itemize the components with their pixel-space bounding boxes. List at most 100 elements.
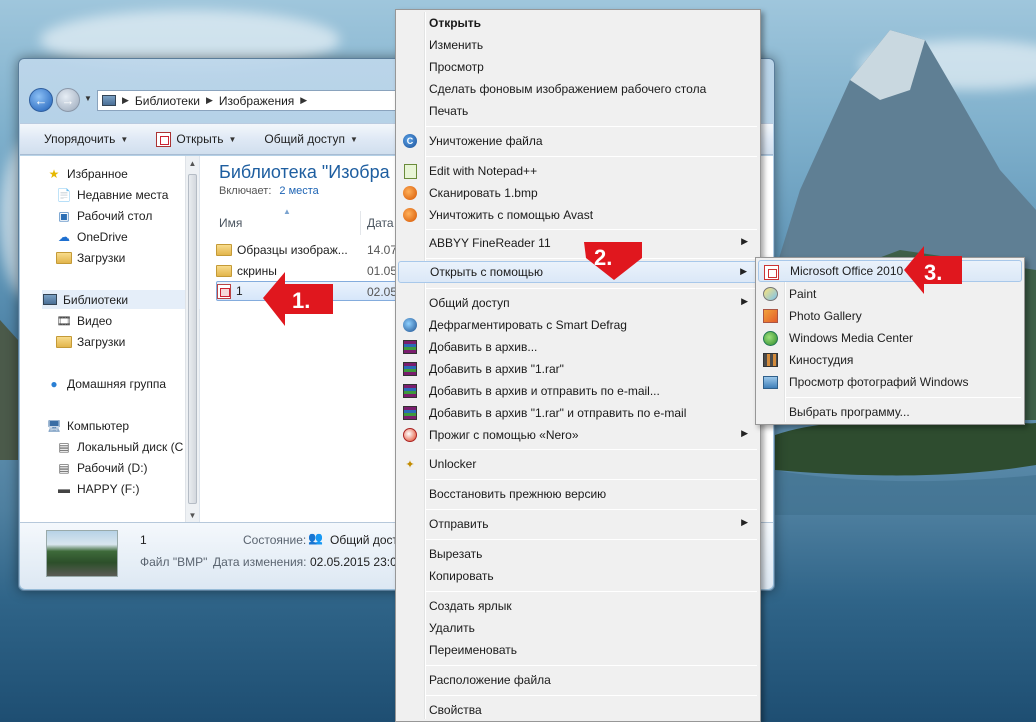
column-divider[interactable] [360, 211, 361, 235]
menu-item-edit[interactable]: Изменить [398, 34, 758, 56]
menu-item-rename[interactable]: Переименовать [398, 639, 758, 661]
menu-item-scan[interactable]: Сканировать 1.bmp [398, 182, 758, 204]
share-button[interactable]: Общий доступ ▼ [250, 124, 372, 154]
menu-item-file-location[interactable]: Расположение файла [398, 669, 758, 691]
scroll-up-icon[interactable]: ▲ [186, 156, 199, 170]
breadcrumb-libraries[interactable]: Библиотеки [135, 94, 200, 108]
nav-onedrive-label: OneDrive [77, 229, 128, 244]
office-icon [763, 264, 779, 280]
homegroup-icon: ● [50, 376, 58, 391]
nav-downloads[interactable]: Загрузки [56, 248, 125, 267]
menu-item-notepadpp[interactable]: Edit with Notepad++ [398, 160, 758, 182]
nav-computer[interactable]: 🖥 Компьютер [46, 416, 129, 435]
downloads-folder-icon [56, 251, 72, 265]
downloads-library-icon [56, 335, 72, 349]
menu-item-add-archive[interactable]: Добавить в архив... [398, 336, 758, 358]
menu-item-nero[interactable]: Прожиг с помощью «Nero» ▶ [398, 424, 758, 446]
menu-item-label: Удалить [429, 621, 475, 635]
menu-item-cut[interactable]: Вырезать [398, 543, 758, 565]
photo-gallery-icon [762, 308, 778, 324]
menu-separator [426, 156, 757, 157]
submenu-item-movie-maker[interactable]: Киностудия [758, 349, 1022, 371]
column-header-name[interactable]: Имя [219, 211, 242, 235]
organize-button[interactable]: Упорядочить ▼ [20, 124, 142, 154]
hard-drive-icon: ▤ [58, 439, 70, 454]
nav-recent[interactable]: 📄 Недавние места [56, 185, 169, 204]
scroll-thumb[interactable] [188, 174, 197, 504]
submenu-arrow-icon: ▶ [741, 236, 748, 246]
nav-homegroup[interactable]: ● Домашняя группа [46, 374, 166, 393]
menu-item-abbyy[interactable]: ABBYY FineReader 11 ▶ [398, 232, 758, 254]
video-library-icon: 🎞 [56, 313, 72, 328]
computer-icon: 🖥 [46, 418, 62, 433]
column-header-date[interactable]: Дата [367, 211, 394, 235]
forward-button[interactable]: → [56, 88, 80, 112]
menu-item-create-shortcut[interactable]: Создать ярлык [398, 595, 758, 617]
nav-disk-f[interactable]: ▬ HAPPY (F:) [56, 479, 139, 498]
nav-disk-d[interactable]: ▤ Рабочий (D:) [56, 458, 147, 477]
shared-users-icon: 👥 [308, 531, 323, 545]
file-date: 14.07 [367, 243, 398, 257]
submenu-item-media-center[interactable]: Windows Media Center [758, 327, 1022, 349]
menu-item-label: Создать ярлык [429, 599, 512, 613]
menu-item-open[interactable]: Открыть [398, 12, 758, 34]
menu-item-preview[interactable]: Просмотр [398, 56, 758, 78]
includes-link[interactable]: 2 места [279, 185, 318, 197]
menu-separator [786, 397, 1021, 398]
history-dropdown-icon[interactable]: ▼ [84, 94, 92, 103]
chevron-right-icon[interactable]: ▶ [206, 95, 213, 106]
chevron-right-icon[interactable]: ▶ [300, 95, 307, 106]
menu-item-avast-shred[interactable]: Уничтожить с помощью Avast [398, 204, 758, 226]
nav-onedrive[interactable]: ☁ OneDrive [56, 227, 128, 246]
file-date: 01.05 [367, 264, 398, 278]
submenu-item-photo-gallery[interactable]: Photo Gallery [758, 305, 1022, 327]
file-name: 1 [236, 284, 243, 298]
submenu-item-label: Киностудия [789, 353, 854, 367]
nav-lib-downloads-label: Загрузки [77, 334, 126, 349]
menu-item-print[interactable]: Печать [398, 100, 758, 122]
media-center-icon [762, 330, 778, 346]
nav-favorites[interactable]: ★ Избранное [46, 164, 128, 183]
open-button[interactable]: Открыть ▼ [142, 124, 250, 154]
menu-item-archive-email[interactable]: Добавить в архив и отправить по e-mail..… [398, 380, 758, 402]
breadcrumb-images[interactable]: Изображения [219, 94, 294, 108]
menu-item-open-with[interactable]: Открыть с помощью ▶ [398, 261, 758, 283]
nav-scrollbar[interactable]: ▲ ▼ [185, 156, 199, 522]
menu-item-properties[interactable]: Свойства [398, 699, 758, 721]
menu-item-rar-email[interactable]: Добавить в архив "1.rar" и отправить по … [398, 402, 758, 424]
menu-item-shred[interactable]: C Уничтожение файла [398, 130, 758, 152]
menu-item-label: Добавить в архив "1.rar" и отправить по … [429, 406, 687, 420]
menu-item-send-to[interactable]: Отправить ▶ [398, 513, 758, 535]
usb-drive-icon: ▬ [58, 481, 70, 496]
nav-local-disk[interactable]: ▤ Локальный диск (C [56, 437, 183, 456]
menu-item-restore[interactable]: Восстановить прежнюю версию [398, 483, 758, 505]
menu-item-add-rar[interactable]: Добавить в архив "1.rar" [398, 358, 758, 380]
submenu-item-choose-program[interactable]: Выбрать программу... [758, 401, 1022, 423]
details-file-name: 1 [140, 533, 147, 547]
submenu-item-office[interactable]: Microsoft Office 2010 [758, 260, 1022, 282]
submenu-item-paint[interactable]: Paint [758, 283, 1022, 305]
back-button[interactable]: ← [29, 88, 53, 112]
menu-separator [426, 539, 757, 540]
menu-item-copy[interactable]: Копировать [398, 565, 758, 587]
submenu-item-photo-viewer[interactable]: Просмотр фотографий Windows [758, 371, 1022, 393]
menu-item-set-wallpaper[interactable]: Сделать фоновым изображением рабочего ст… [398, 78, 758, 100]
defrag-icon [402, 317, 418, 333]
desktop-icon: ▣ [58, 208, 70, 223]
nav-video[interactable]: 🎞 Видео [56, 311, 112, 330]
menu-item-defrag[interactable]: Дефрагментировать с Smart Defrag [398, 314, 758, 336]
menu-item-share[interactable]: Общий доступ ▶ [398, 292, 758, 314]
menu-item-label: Просмотр [429, 60, 484, 74]
nav-lib-downloads[interactable]: Загрузки [56, 332, 125, 351]
scroll-down-icon[interactable]: ▼ [186, 508, 199, 522]
submenu-arrow-icon: ▶ [741, 517, 748, 527]
callout-step-1: 1. [263, 272, 333, 326]
chevron-right-icon[interactable]: ▶ [122, 95, 129, 106]
menu-item-label: Переименовать [429, 643, 517, 657]
nav-libraries[interactable]: Библиотеки [42, 290, 200, 309]
menu-item-delete[interactable]: Удалить [398, 617, 758, 639]
menu-item-label: Свойства [429, 703, 482, 717]
nav-desktop[interactable]: ▣ Рабочий стол [56, 206, 152, 225]
address-bar[interactable]: ▶ Библиотеки ▶ Изображения ▶ [97, 90, 397, 111]
menu-item-unlocker[interactable]: ✦ Unlocker [398, 453, 758, 475]
